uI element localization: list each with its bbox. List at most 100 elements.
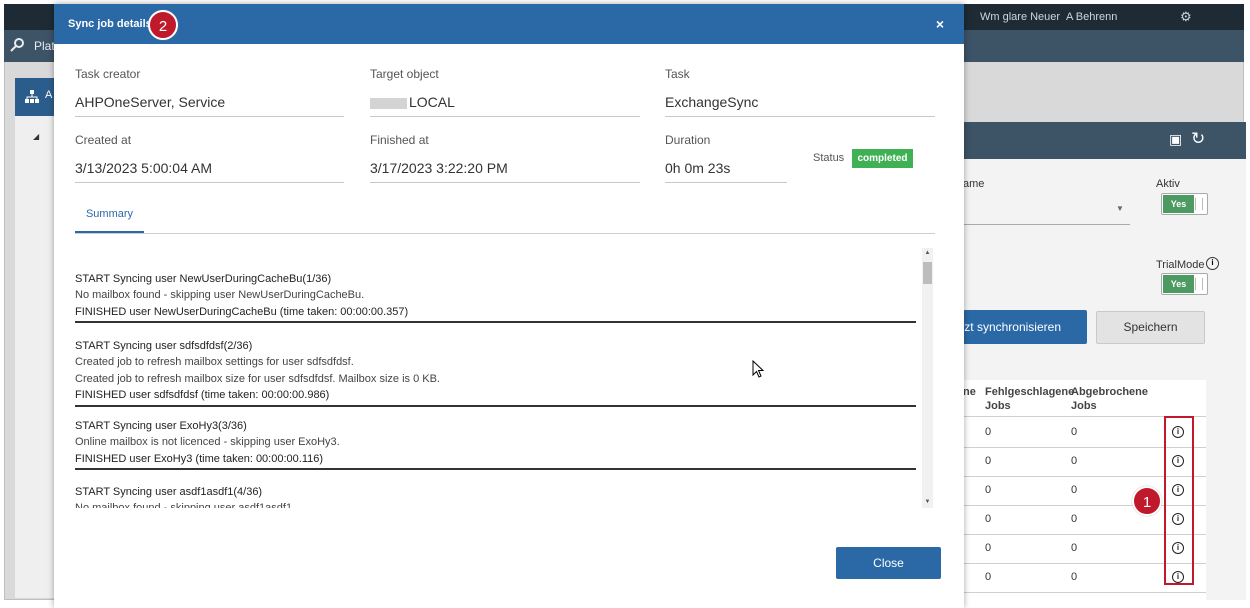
callout-badge: 2 xyxy=(148,10,178,40)
field-underline xyxy=(370,116,640,117)
field-value: LOCAL xyxy=(409,94,455,110)
field-value: ExchangeSync xyxy=(665,94,759,110)
field-underline xyxy=(370,182,640,183)
tree-expand-icon[interactable]: ◢ xyxy=(33,132,39,141)
target-object-field: Target object LOCAL xyxy=(370,67,640,117)
log-separator xyxy=(75,404,916,407)
finished-at-field: Finished at 3/17/2023 3:22:20 PM xyxy=(370,133,640,183)
field-underline xyxy=(665,182,787,183)
field-underline xyxy=(75,182,344,183)
trialmode-label: TrialMode xyxy=(1156,259,1205,271)
field-label: Task xyxy=(665,67,690,81)
log-line-status: START Syncing user NewUserDuringCacheBu(… xyxy=(75,273,332,285)
topbar-item-user[interactable]: Wm glare Neuer xyxy=(980,4,1060,30)
toggle-grip xyxy=(1195,198,1203,210)
task-field: Task ExchangeSync xyxy=(665,67,935,117)
log-block: START Syncing user NewUserDuringCacheBu(… xyxy=(75,271,916,324)
scroll-thumb[interactable] xyxy=(923,262,932,284)
scroll-down-icon[interactable]: ▼ xyxy=(922,497,933,508)
task-creator-field: Task creator AHPOneServer, Service xyxy=(75,67,344,117)
table-cell: 0 xyxy=(985,513,992,525)
name-select-underline xyxy=(963,224,1130,225)
topbar-item-account[interactable]: A Behrenn xyxy=(1066,4,1117,30)
refresh-icon[interactable]: ↻ xyxy=(1191,129,1205,149)
field-value: 3/13/2023 5:00:04 AM xyxy=(75,160,212,176)
field-underline xyxy=(75,116,344,117)
field-label: Target object xyxy=(370,67,439,81)
sync-job-details-modal: Sync job details × 2 Task creator AHPOne… xyxy=(54,4,964,608)
field-label: Duration xyxy=(665,133,711,147)
field-value: AHPOneServer, Service xyxy=(75,94,226,110)
active-label: Aktiv xyxy=(1156,178,1180,190)
left-panel xyxy=(15,78,57,598)
highlight-box xyxy=(1164,416,1194,585)
table-cell: 0 xyxy=(1071,542,1078,554)
log-line-status: FINISHED user ExoHy3 (time taken: 00:00:… xyxy=(75,452,324,465)
status-badge: completed xyxy=(852,149,913,168)
log-line-status: START Syncing user asdf1asdf1(4/36) xyxy=(75,486,263,498)
redacted-block xyxy=(370,97,407,109)
log-separator xyxy=(75,468,916,471)
modal-header: Sync job details × xyxy=(54,4,964,44)
toggle-yes-label: Yes xyxy=(1163,195,1194,213)
field-value: 0h 0m 23s xyxy=(665,160,731,176)
right-panel-header: ▣ ↻ xyxy=(963,122,1246,159)
log-line: No mailbox found - skipping user asdf1as… xyxy=(75,500,916,508)
tab-summary[interactable]: Summary xyxy=(75,205,144,233)
field-underline xyxy=(665,116,935,117)
toggle-yes-label: Yes xyxy=(1163,275,1194,293)
created-at-field: Created at 3/13/2023 5:00:04 AM xyxy=(75,133,344,183)
log-line-status: START Syncing user ExoHy3(3/36) xyxy=(75,420,247,432)
log-output: START Syncing user NewUserDuringCacheBu(… xyxy=(75,246,921,508)
save-button[interactable]: Speichern xyxy=(1096,311,1205,344)
info-icon[interactable]: i xyxy=(1206,257,1219,270)
table-cell: 0 xyxy=(985,455,992,467)
table-cell: 0 xyxy=(1071,571,1078,583)
close-icon[interactable]: × xyxy=(936,16,944,32)
log-line: Created job to refresh mailbox size for … xyxy=(75,372,440,385)
field-label: Created at xyxy=(75,133,132,147)
log-scrollbar[interactable]: ▲ ▼ xyxy=(922,248,933,508)
table-cell: 0 xyxy=(1071,455,1078,467)
modal-title: Sync job details xyxy=(68,18,152,30)
table-cell: 0 xyxy=(1071,426,1078,438)
table-header-cell: ne xyxy=(963,386,976,398)
table-cell: 0 xyxy=(985,484,992,496)
chevron-down-icon[interactable]: ▼ xyxy=(1116,204,1124,213)
table-cell: 0 xyxy=(985,426,992,438)
scroll-up-icon[interactable]: ▲ xyxy=(922,248,933,259)
field-value-wrap: LOCAL xyxy=(370,94,455,110)
field-value: 3/17/2023 3:22:20 PM xyxy=(370,160,508,176)
status-label: Status xyxy=(813,152,845,164)
table-cell: 0 xyxy=(1071,513,1078,525)
table-cell: 0 xyxy=(1071,484,1078,496)
log-block: START Syncing user asdf1asdf1(4/36) No ma… xyxy=(75,484,916,508)
platform-icon xyxy=(10,38,24,52)
log-block: START Syncing user sdfsdfdsf(2/36) Create… xyxy=(75,338,916,407)
table-cell: 0 xyxy=(985,571,992,583)
active-toggle[interactable]: Yes xyxy=(1161,193,1208,215)
left-panel-tab[interactable]: A xyxy=(15,78,57,116)
trialmode-toggle[interactable]: Yes xyxy=(1161,273,1208,295)
log-line: Created job to refresh mailbox settings … xyxy=(75,356,354,369)
log-block: START Syncing user ExoHy3(3/36) Online ma… xyxy=(75,418,916,471)
gear-icon[interactable]: ⚙ xyxy=(1180,4,1192,30)
duration-field: Duration 0h 0m 23s xyxy=(665,133,787,183)
row-divider xyxy=(963,592,1206,593)
callout-badge: 1 xyxy=(1132,486,1162,516)
log-separator xyxy=(75,321,916,324)
tab-divider xyxy=(75,233,935,234)
table-header-cell: Fehlgeschlagene Jobs xyxy=(985,386,1075,412)
left-tab-label: A xyxy=(45,89,53,101)
toggle-grip xyxy=(1195,278,1203,290)
name-label: ame xyxy=(963,178,985,190)
hierarchy-icon xyxy=(25,90,39,103)
export-icon[interactable]: ▣ xyxy=(1169,131,1182,148)
mouse-cursor-icon xyxy=(752,360,765,378)
close-button[interactable]: Close xyxy=(836,547,941,579)
field-label: Task creator xyxy=(75,67,141,81)
log-line-status: FINISHED user sdfsdfdsf (time taken: 00:… xyxy=(75,389,330,402)
sync-button[interactable]: zt synchronisieren xyxy=(963,310,1087,344)
field-label: Finished at xyxy=(370,133,429,147)
log-line-status: START Syncing user sdfsdfdsf(2/36) xyxy=(75,340,253,352)
